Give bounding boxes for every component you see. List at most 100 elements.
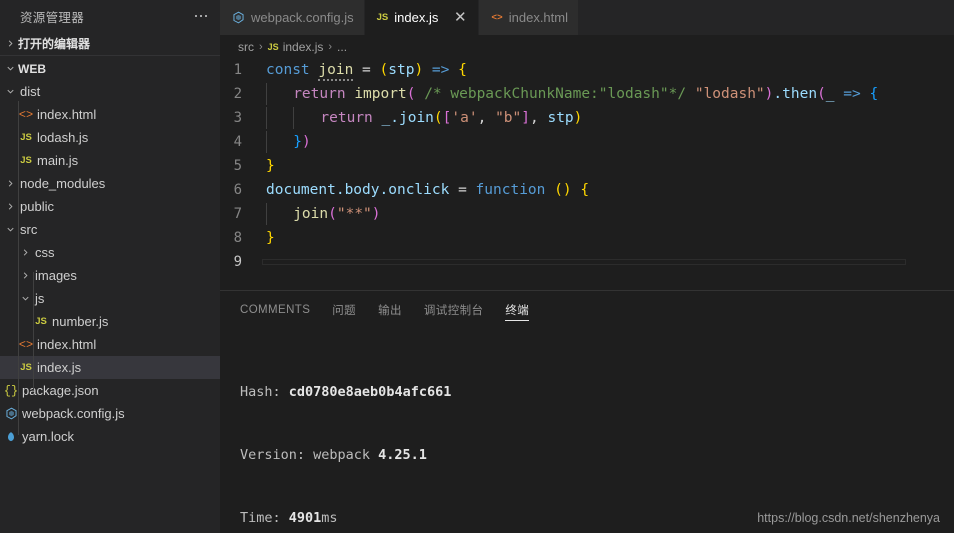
tree-item-css[interactable]: css — [0, 241, 220, 264]
terminal-line-time: Time: 4901ms — [240, 508, 954, 529]
editor-tab-index-js[interactable]: JS index.js ✕ — [364, 0, 480, 35]
tree-item-webpack-config-js[interactable]: webpack.config.js — [0, 402, 220, 425]
code-line-text: document.body.onclick = function () { — [266, 182, 590, 198]
indent-guide — [266, 131, 267, 153]
tree-item-dist[interactable]: dist — [0, 80, 220, 103]
tree-item-label: dist — [20, 84, 41, 99]
chevron-down-icon — [2, 222, 18, 238]
line-number: 3 — [233, 110, 242, 126]
tree-item-lodash-js[interactable]: JS lodash.js — [0, 126, 220, 149]
indent-guide — [266, 107, 267, 129]
breadcrumb-separator: › — [259, 41, 263, 53]
sidebar-section-root[interactable]: WEB — [0, 57, 220, 80]
terminal-output[interactable]: Hash: cd0780e8aeb0b4afc661 Version: webp… — [220, 326, 954, 533]
code-line: 3 return _.join(['a', "b"], stp) — [220, 106, 954, 130]
line-number: 1 — [233, 62, 242, 78]
line-number: 8 — [233, 230, 242, 246]
code-line-active: 9 — [220, 250, 954, 274]
chevron-down-icon — [2, 84, 18, 100]
line-number: 2 — [233, 86, 242, 102]
tree-item-label: index.js — [37, 360, 82, 375]
tree-item-label: css — [35, 245, 55, 260]
panel-tab-调试控制台[interactable]: 调试控制台 — [424, 290, 484, 327]
tree-item-index-html[interactable]: <> index.html — [0, 103, 220, 126]
tree-item-label: src — [20, 222, 38, 237]
panel-tab-bar: COMMENTS 问题 输出 调试控制台 终端 — [220, 291, 954, 326]
bottom-panel: COMMENTS 问题 输出 调试控制台 终端 Hash: cd0780e8aeb0b4… — [220, 290, 954, 533]
line-number: 9 — [233, 254, 242, 270]
tree-item-label: lodash.js — [37, 130, 89, 145]
explorer-header: 资源管理器 — [0, 0, 220, 32]
tree-item-src[interactable]: src — [0, 218, 220, 241]
editor-tab-index-html[interactable]: <> index.html — [479, 0, 579, 35]
tree-item-main-js[interactable]: JS main.js — [0, 149, 220, 172]
tree-item-node-modules[interactable]: node_modules — [0, 172, 220, 195]
js-file-icon: JS — [35, 316, 47, 327]
indent-guide — [266, 203, 267, 225]
js-file-icon: JS — [20, 155, 32, 166]
tree-item-label: images — [35, 268, 77, 283]
code-line-text: return _.join(['a', "b"], stp) — [266, 106, 582, 130]
file-tree: dist <> index.html JS lodash.js JS main.js node… — [0, 80, 220, 448]
code-line: 5 } — [220, 154, 954, 178]
panel-tab-comments[interactable]: COMMENTS — [240, 290, 310, 327]
indent-guide — [33, 272, 34, 389]
code-line: 8 } — [220, 226, 954, 250]
tree-item-label: index.html — [37, 107, 97, 122]
code-line: 4 }) — [220, 130, 954, 154]
code-line-text: return import( /* webpackChunkName:"loda… — [266, 82, 878, 106]
chevron-right-icon — [17, 245, 33, 261]
chevron-right-icon — [2, 36, 18, 52]
code-line-text: }) — [266, 130, 311, 154]
time-value: 4901 — [288, 510, 322, 526]
tree-item-public[interactable]: public — [0, 195, 220, 218]
tree-item-label: public — [20, 199, 54, 214]
hash-label: Hash: — [240, 384, 289, 400]
tree-item-yarn-lock[interactable]: yarn.lock — [0, 425, 220, 448]
code-line: 6 document.body.onclick = function () { — [220, 178, 954, 202]
tree-item-label: webpack.config.js — [22, 406, 125, 421]
close-icon[interactable]: ✕ — [452, 10, 468, 26]
tree-item-label: index.html — [37, 337, 97, 352]
sidebar-section-open-editors[interactable]: 打开的编辑器 — [0, 32, 220, 56]
code-editor[interactable]: 1 const join = (stp) => { 2 return impor… — [220, 58, 954, 286]
tree-item-label: yarn.lock — [22, 429, 75, 444]
code-line: 2 return import( /* webpackChunkName:"lo… — [220, 82, 954, 106]
root-folder-label: WEB — [18, 61, 46, 76]
terminal-line-hash: Hash: cd0780e8aeb0b4afc661 — [240, 382, 954, 403]
version-label: Version: webpack — [240, 447, 379, 463]
panel-tab-问题[interactable]: 问题 — [332, 290, 356, 327]
panel-tab-终端[interactable]: 终端 — [505, 290, 530, 327]
code-line: 7 join("**") — [220, 202, 954, 226]
editor-area: webpack.config.js JS index.js ✕ <> index.html… — [220, 0, 954, 533]
editor-tab-label: webpack.config.js — [251, 10, 354, 25]
version-value: 4.25.1 — [378, 447, 427, 463]
chevron-down-icon — [17, 291, 33, 307]
breadcrumb-item-file[interactable]: index.js — [283, 40, 324, 54]
token-const: const — [266, 62, 310, 78]
explorer-sidebar: 资源管理器 打开的编辑器 WEB dist <> index.html JS lodas… — [0, 0, 220, 533]
indent-guide — [293, 107, 295, 129]
line-number: 5 — [233, 158, 242, 174]
time-label: Time: — [240, 510, 289, 526]
chevron-right-icon — [2, 176, 18, 192]
explorer-title: 资源管理器 — [20, 10, 85, 25]
chevron-down-icon — [2, 61, 18, 77]
open-editors-label: 打开的编辑器 — [18, 37, 91, 51]
breadcrumb-separator: › — [328, 41, 333, 53]
code-line-text: } — [266, 230, 275, 246]
line-number: 4 — [233, 134, 242, 150]
html-file-icon: <> — [491, 12, 503, 23]
breadcrumb-item-symbols[interactable]: ... — [337, 40, 347, 54]
panel-tab-输出[interactable]: 输出 — [378, 290, 402, 327]
code-line-text: const join = (stp) => { — [266, 58, 467, 82]
hash-value: cd0780e8aeb0b4afc661 — [288, 384, 452, 400]
webpack-file-icon — [232, 11, 245, 24]
editor-tab-label: index.html — [508, 10, 568, 25]
ellipsis-icon[interactable] — [190, 5, 212, 27]
tree-item-label: main.js — [37, 153, 79, 168]
editor-tab-webpack-config-js[interactable]: webpack.config.js — [220, 0, 365, 35]
token-join: join — [318, 62, 354, 81]
html-file-icon: <> — [18, 107, 34, 122]
breadcrumb-item-src[interactable]: src — [238, 40, 254, 54]
